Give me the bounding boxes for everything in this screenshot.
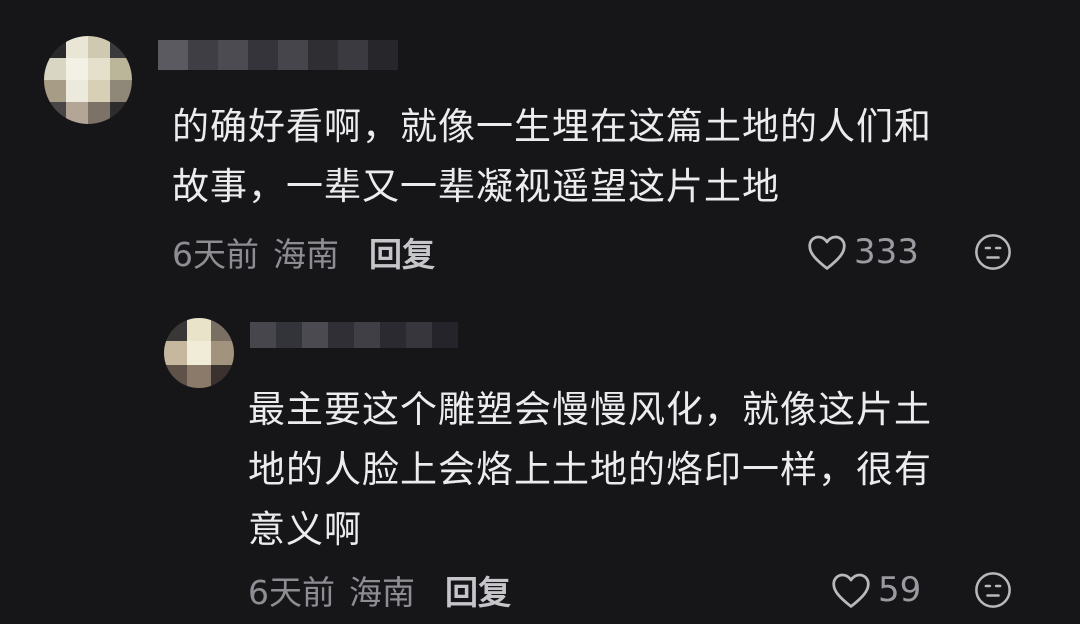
avatar[interactable]	[164, 318, 234, 388]
comment-location: 海南	[349, 573, 415, 612]
heart-outline-icon	[808, 235, 846, 270]
like-count: 333	[854, 232, 919, 272]
like-button[interactable]: 333	[806, 230, 919, 274]
comment-location: 海南	[273, 235, 339, 274]
comment-meta: 6天前 海南 回复	[248, 568, 511, 612]
meh-face-icon[interactable]	[974, 233, 1012, 271]
comment-text: 最主要这个雕塑会慢慢风化，就像这片土 地的人脸上会烙上土地的烙印一样，很有 意义…	[248, 388, 932, 551]
heart-outline-icon	[832, 573, 870, 608]
like-count: 59	[878, 570, 922, 610]
reply-button[interactable]: 回复	[445, 566, 511, 614]
comment-time: 6天前	[172, 235, 259, 274]
meh-face-icon[interactable]	[974, 571, 1012, 609]
like-button[interactable]: 59	[830, 568, 921, 612]
comment-text: 的确好看啊，就像一生埋在这篇土地的人们和 故事，一辈又一辈凝视遥望这片土地	[172, 105, 932, 208]
username-obscured[interactable]	[250, 322, 458, 348]
comment-time: 6天前	[248, 573, 335, 612]
comment-meta: 6天前 海南 回复	[172, 230, 435, 274]
username-obscured[interactable]	[158, 40, 398, 70]
reply-button[interactable]: 回复	[369, 228, 435, 276]
avatar[interactable]	[44, 36, 132, 124]
